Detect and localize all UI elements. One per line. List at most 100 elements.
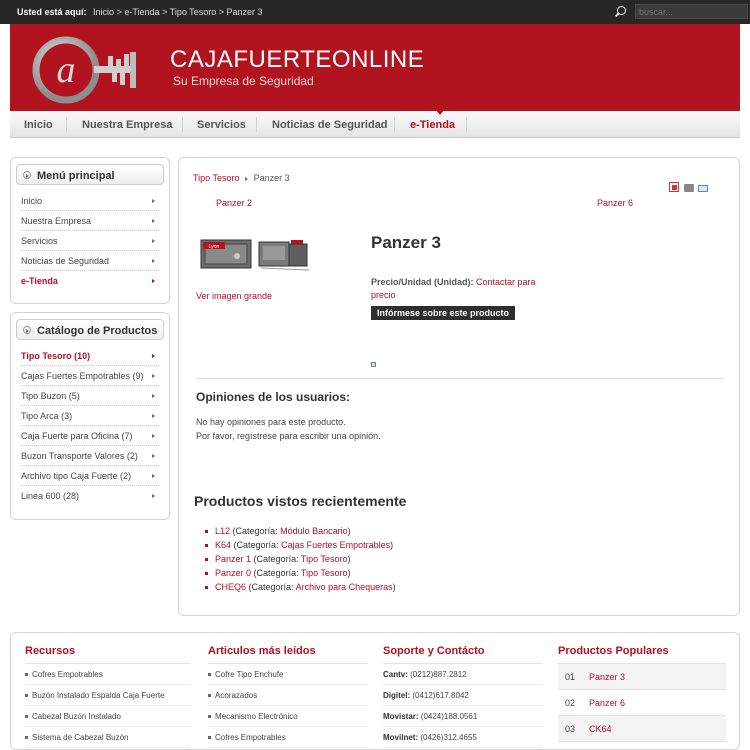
recent-product-item: K64 (Categoría: Cajas Fuertes Empotrable…: [205, 538, 396, 552]
arrow-right-icon: [152, 474, 155, 478]
footer-list: Cofre Tipo Enchufe Acorazados Mecanismo …: [208, 664, 368, 748]
footer-link[interactable]: Sistema de Cabezal Buzón: [25, 727, 191, 748]
category-label: (Categoría:: [248, 582, 294, 592]
svg-text:a: a: [57, 49, 76, 91]
contact-value: (0426)312.4655: [420, 733, 477, 742]
catalog-item[interactable]: Tipo Tesoro (10): [21, 346, 159, 366]
action-icons: [669, 182, 710, 194]
footer-link[interactable]: Cabezal Buzón Instalado: [25, 706, 191, 727]
popular-item[interactable]: 02 Panzer 6: [558, 690, 726, 716]
menu-item-noticias[interactable]: Noticias de Seguridad: [21, 251, 159, 271]
main-menu-header: Menú principal: [16, 164, 164, 185]
popular-rank: 02: [565, 698, 576, 708]
catalog-item[interactable]: Buzon Transporte Valores (2): [21, 446, 159, 466]
breadcrumb-item-tipo-tesoro[interactable]: Tipo Tesoro: [170, 7, 217, 17]
popular-item[interactable]: 01 Panzer 3: [558, 664, 726, 690]
catalog-item[interactable]: Caja Fuerte para Oficina (7): [21, 426, 159, 446]
footer-link[interactable]: Cofres Empotrables: [25, 664, 191, 685]
nav-item-servicios[interactable]: Servicios: [197, 119, 246, 131]
footer-recursos: Recursos Cofres Empotrables Buzón Instal…: [25, 645, 191, 748]
footer-column-title: Recursos: [25, 645, 76, 657]
contact-value: (0212)887.2812: [410, 670, 467, 679]
recent-category-link[interactable]: Módulo Bancario: [280, 526, 348, 536]
category-close: ): [392, 582, 396, 592]
footer-column-title: Productos Populares: [558, 645, 669, 657]
category-close: ): [347, 554, 351, 564]
info-button[interactable]: Infórmese sobre este producto: [371, 306, 516, 320]
main-navigation: Inicio Nuestra Empresa Servicios Noticia…: [10, 110, 740, 138]
popular-item[interactable]: 03 CK64: [558, 716, 726, 742]
recent-category-link[interactable]: Cajas Fuertes Empotrables: [281, 540, 390, 550]
breadcrumb-item-etienda[interactable]: e-Tienda: [124, 7, 159, 17]
footer-link[interactable]: Cofres Empotrables: [208, 727, 368, 748]
category-close: ): [347, 526, 351, 536]
category-label: (Categoría:: [253, 568, 299, 578]
contact-label: Movilnet:: [383, 733, 419, 742]
catalog-item[interactable]: Linea 600 (28): [21, 486, 159, 506]
bullet-icon: [25, 694, 28, 698]
footer: Recursos Cofres Empotrables Buzón Instal…: [10, 632, 740, 750]
category-label: (Categoría:: [232, 526, 278, 536]
bullet-icon: [205, 530, 208, 534]
footer-link[interactable]: Buzón Instalado Espalda Caja Fuerte: [25, 685, 191, 706]
recent-product-link[interactable]: L12: [215, 526, 230, 536]
category-close: ): [390, 540, 394, 550]
product-image[interactable]: Lyon: [199, 238, 311, 272]
footer-link[interactable]: Cofre Tipo Enchufe: [208, 664, 368, 685]
menu-item-label: e-Tienda: [21, 276, 58, 286]
prev-product-link[interactable]: Panzer 2: [216, 198, 252, 208]
breadcrumb-label: Usted está aquí:: [17, 7, 87, 17]
breadcrumb-parent-link[interactable]: Tipo Tesoro: [193, 173, 240, 183]
catalog-item[interactable]: Archivo tipo Caja Fuerte (2): [21, 466, 159, 486]
recent-category-link[interactable]: Tipo Tesoro: [301, 554, 348, 564]
arrow-right-icon: [152, 259, 155, 263]
nav-item-nuestra-empresa[interactable]: Nuestra Empresa: [82, 119, 173, 131]
site-title[interactable]: CAJAFUERTEONLINE: [170, 46, 424, 74]
bullet-icon: [208, 715, 211, 719]
content-breadcrumb: Tipo Tesoro Panzer 3: [193, 173, 290, 183]
recent-category-link[interactable]: Archivo para Chequeras: [296, 582, 393, 592]
footer-link-label: Sistema de Cabezal Buzón: [32, 733, 129, 742]
search-input[interactable]: [635, 4, 748, 19]
footer-link[interactable]: Acorazados: [208, 685, 368, 706]
arrow-right-icon: [152, 374, 155, 378]
menu-item-label: Servicios: [21, 236, 58, 246]
breadcrumb-current: Panzer 3: [253, 173, 290, 183]
menu-item-nuestra-empresa[interactable]: Nuestra Empresa: [21, 211, 159, 231]
popular-product-link[interactable]: Panzer 6: [589, 698, 625, 708]
footer-list: Cofres Empotrables Buzón Instalado Espal…: [25, 664, 191, 748]
print-icon[interactable]: [683, 184, 694, 192]
logo-icon[interactable]: a: [30, 34, 160, 106]
nav-item-inicio[interactable]: Inicio: [24, 119, 53, 131]
next-product-link[interactable]: Panzer 6: [597, 198, 633, 208]
menu-item-etienda[interactable]: e-Tienda: [21, 271, 159, 291]
nav-item-etienda[interactable]: e-Tienda: [410, 119, 455, 131]
bullet-icon: [208, 694, 211, 698]
catalog-item[interactable]: Cajas Fuertes Empotrables (9): [21, 366, 159, 386]
bullet-icon: [208, 673, 211, 677]
recent-product-link[interactable]: K64: [215, 540, 231, 550]
catalog-item[interactable]: Tipo Arca (3): [21, 406, 159, 426]
nav-item-noticias[interactable]: Noticias de Seguridad: [272, 119, 388, 131]
breadcrumb-separator: >: [116, 7, 122, 17]
search-icon[interactable]: [617, 6, 626, 15]
recent-product-link[interactable]: Panzer 1: [215, 554, 251, 564]
recent-product-link[interactable]: Panzer 0: [215, 568, 251, 578]
catalog-item-label: Tipo Tesoro (10): [21, 351, 91, 361]
footer-populares: Productos Populares 01 Panzer 3 02 Panzer …: [558, 645, 726, 742]
popular-product-link[interactable]: Panzer 3: [589, 672, 625, 682]
nav-separator: [182, 117, 183, 132]
popular-product-link[interactable]: CK64: [589, 724, 612, 734]
contact-label: Digitel:: [383, 691, 411, 700]
recent-product-link[interactable]: CHEQ6: [215, 582, 246, 592]
recent-category-link[interactable]: Tipo Tesoro: [301, 568, 348, 578]
email-icon[interactable]: [698, 185, 709, 192]
catalog-item[interactable]: Tipo Buzon (5): [21, 386, 159, 406]
breadcrumb-item-inicio[interactable]: Inicio: [93, 7, 114, 17]
menu-item-servicios[interactable]: Servicios: [21, 231, 159, 251]
footer-link[interactable]: Mecanismo Electrónico: [208, 706, 368, 727]
arrow-circle-icon: [23, 326, 31, 334]
pdf-icon[interactable]: [669, 182, 679, 192]
menu-item-inicio[interactable]: Inicio: [21, 191, 159, 211]
view-large-image-link[interactable]: Ver imagen grande: [196, 291, 272, 301]
